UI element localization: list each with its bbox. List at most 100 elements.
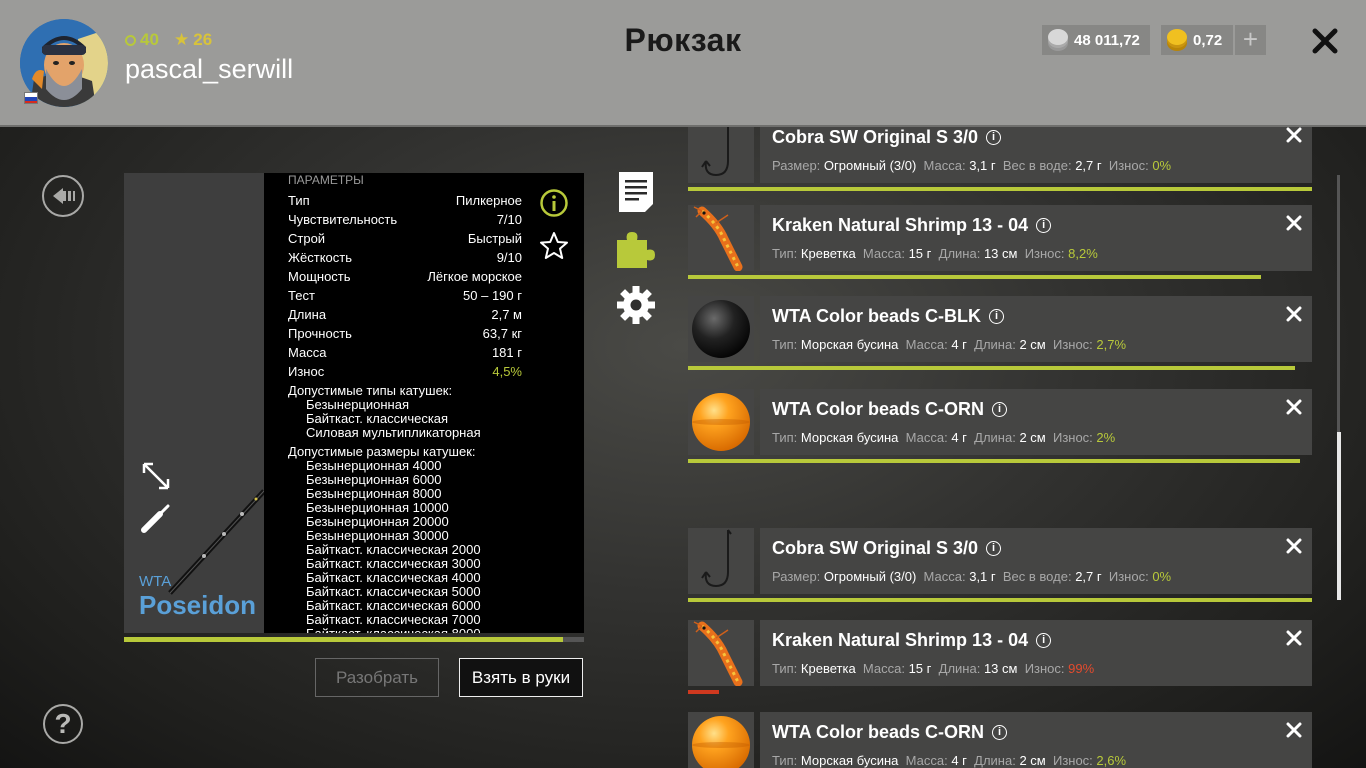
hook-thumbnail[interactable]: [688, 127, 754, 183]
item-prop-value: Огромный (3/0): [823, 158, 917, 173]
item-card[interactable]: Kraken Natural Shrimp 13 - 04 i Тип: Креве…: [760, 620, 1312, 686]
item-prop-value: 4 г: [951, 753, 967, 768]
inventory-item[interactable]: WTA Color beads C-ORN i Тип: Морская бусин…: [688, 712, 1312, 768]
inventory-item[interactable]: Cobra SW Original S 3/0 i Размер: Огромный…: [688, 127, 1312, 197]
remove-item-icon[interactable]: [1286, 399, 1302, 415]
inventory-item[interactable]: Kraken Natural Shrimp 13 - 04 i Тип: Креве…: [688, 205, 1312, 285]
item-wear-bar: [688, 275, 1312, 279]
help-button[interactable]: ?: [43, 704, 83, 744]
remove-item-icon[interactable]: [1286, 306, 1302, 322]
take-in-hands-button[interactable]: Взять в руки: [459, 658, 583, 697]
item-prop-value: 2 см: [1019, 430, 1046, 445]
item-card[interactable]: Kraken Natural Shrimp 13 - 04 i Тип: Креве…: [760, 205, 1312, 271]
inventory-item[interactable]: WTA Color beads C-ORN i Тип: Морская бусин…: [688, 389, 1312, 469]
rod-parameters-panel: Параметры Тип Пилкерное Чувствительность 7/…: [264, 173, 584, 633]
rod-brand: WTA: [139, 573, 172, 590]
item-info-icon[interactable]: i: [992, 725, 1007, 740]
item-prop-label: Масса:: [923, 158, 966, 173]
item-info-icon[interactable]: i: [992, 402, 1007, 417]
item-prop-label: Длина:: [938, 661, 981, 676]
item-prop-label: Вес в воде:: [1002, 569, 1072, 584]
info-icon[interactable]: [539, 188, 569, 218]
backpack-item-list[interactable]: Cobra SW Original S 3/0 i Размер: Огромный…: [688, 127, 1313, 768]
hook-thumbnail[interactable]: [688, 528, 754, 594]
item-info-icon[interactable]: i: [1036, 218, 1052, 233]
item-name-row: Kraken Natural Shrimp 13 - 04 i: [772, 215, 1052, 236]
item-wear-label: Износ:: [1052, 430, 1093, 445]
item-card[interactable]: WTA Color beads C-ORN i Тип: Морская бусин…: [760, 389, 1312, 455]
disassemble-button[interactable]: Разобрать: [315, 658, 439, 697]
item-prop-value: 15 г: [908, 661, 932, 676]
close-icon[interactable]: [1306, 22, 1344, 60]
settings-gear-icon[interactable]: [615, 284, 657, 326]
add-currency-button[interactable]: +: [1235, 25, 1266, 55]
param-label: Прочность: [288, 326, 352, 341]
item-card[interactable]: WTA Color beads C-ORN i Тип: Морская бусин…: [760, 712, 1312, 768]
shrimp-thumbnail[interactable]: [688, 620, 754, 686]
item-properties: Размер: Огромный (3/0) Масса: 3,1 г Вес …: [772, 569, 1171, 584]
reel-size-item: Байткаст. классическая 7000: [306, 612, 481, 627]
item-card[interactable]: WTA Color beads C-BLK i Тип: Морская бусин…: [760, 296, 1312, 362]
remove-item-icon[interactable]: [1286, 722, 1302, 738]
item-card[interactable]: Cobra SW Original S 3/0 i Размер: Огромный…: [760, 528, 1312, 594]
item-name-row: Cobra SW Original S 3/0 i: [772, 127, 1002, 148]
inventory-item[interactable]: Kraken Natural Shrimp 13 - 04 i Тип: Креве…: [688, 620, 1312, 700]
item-prop-label: Длина:: [938, 246, 981, 261]
inventory-item[interactable]: WTA Color beads C-BLK i Тип: Морская бусин…: [688, 296, 1312, 376]
back-button[interactable]: [42, 175, 84, 217]
remove-item-icon[interactable]: [1286, 127, 1302, 143]
item-prop-label: Масса:: [905, 430, 948, 445]
bead-orange-thumbnail[interactable]: [688, 712, 754, 768]
item-card[interactable]: Cobra SW Original S 3/0 i Размер: Огромный…: [760, 127, 1312, 183]
item-wear-label: Износ:: [1024, 246, 1065, 261]
item-wear-bar: [688, 187, 1312, 191]
item-wear-bar: [688, 690, 1312, 694]
rod-image: [168, 489, 264, 595]
param-label: Длина: [288, 307, 327, 322]
param-row: Прочность 63,7 кг: [288, 326, 522, 341]
item-name-row: WTA Color beads C-ORN i: [772, 399, 1007, 420]
components-puzzle-icon[interactable]: [615, 228, 657, 270]
item-prop-label: Масса:: [905, 337, 948, 352]
item-wear-fill: [688, 366, 1296, 370]
item-wear-value: 99%: [1068, 661, 1095, 676]
item-wear-bar: [688, 598, 1312, 602]
item-prop-label: Размер:: [772, 569, 821, 584]
item-info-icon[interactable]: i: [989, 309, 1004, 324]
params-title: Параметры: [288, 173, 364, 187]
item-name: Kraken Natural Shrimp 13 - 04: [772, 215, 1029, 235]
rod-assemble-icon[interactable]: [140, 502, 172, 534]
item-prop-label: Вес в воде:: [1002, 158, 1072, 173]
expand-icon[interactable]: [140, 460, 172, 492]
param-label: Износ: [288, 364, 325, 379]
bead-black-thumbnail[interactable]: [688, 296, 754, 362]
item-prop-label: Масса:: [862, 246, 905, 261]
rod-preview[interactable]: [124, 173, 264, 633]
description-icon[interactable]: [619, 172, 653, 212]
inventory-item[interactable]: Cobra SW Original S 3/0 i Размер: Огромный…: [688, 528, 1312, 608]
item-prop-value: Огромный (3/0): [823, 569, 917, 584]
remove-item-icon[interactable]: [1286, 630, 1302, 646]
remove-item-icon[interactable]: [1286, 538, 1302, 554]
item-wear-value: 0%: [1152, 158, 1172, 173]
item-wear-bar: [688, 366, 1312, 370]
item-name-row: Cobra SW Original S 3/0 i: [772, 538, 1002, 559]
param-value: Быстрый: [467, 231, 522, 246]
item-info-icon[interactable]: i: [986, 130, 1002, 145]
item-prop-value: 2,7 г: [1075, 569, 1102, 584]
item-name: WTA Color beads C-ORN: [772, 399, 984, 419]
item-info-icon[interactable]: i: [986, 541, 1002, 556]
rod-wear-bar: [124, 637, 584, 642]
item-wear-value: 2,6%: [1096, 753, 1127, 768]
shrimp-thumbnail[interactable]: [688, 205, 754, 271]
remove-item-icon[interactable]: [1286, 215, 1302, 231]
item-info-icon[interactable]: i: [1036, 633, 1052, 648]
scrollbar-thumb[interactable]: [1337, 432, 1341, 600]
item-prop-label: Длина:: [974, 753, 1016, 768]
bead-orange-thumbnail[interactable]: [688, 389, 754, 455]
favorite-star-icon[interactable]: [538, 230, 570, 262]
item-prop-value: Морская бусина: [800, 337, 899, 352]
param-row: Чувствительность 7/10: [288, 212, 522, 227]
param-value: 9/10: [496, 250, 522, 265]
item-prop-value: Морская бусина: [800, 430, 899, 445]
